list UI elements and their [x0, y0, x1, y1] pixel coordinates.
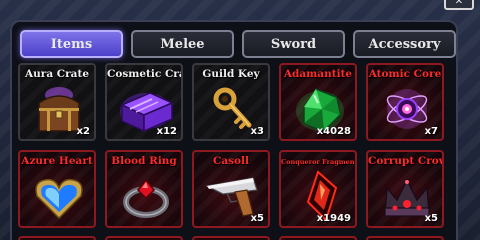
item-slot-aura-crate[interactable]: Aura Crate x2 [18, 63, 96, 141]
item-name: Conqueror Fragment [281, 158, 355, 166]
item-count: x2 [76, 126, 90, 137]
item-slot-conqueror-fragment[interactable]: Conqueror Fragment x1949 [279, 150, 357, 228]
next-row-peek [18, 236, 448, 240]
item-name: Casoll [212, 155, 250, 167]
tab-accessory[interactable]: Accessory [353, 30, 456, 58]
ring-icon [123, 178, 169, 218]
item-slot-partial[interactable] [366, 236, 444, 240]
item-name: Adamantite [283, 68, 353, 80]
item-name: Azure Heart [21, 155, 93, 167]
item-grid: Aura Crate x2 Cosmetic Crate x12 Guild K… [18, 63, 448, 228]
item-count: x5 [250, 213, 264, 224]
category-tabs: Items Melee Sword Accessory [20, 30, 456, 58]
tab-items[interactable]: Items [20, 30, 123, 58]
item-slot-atomic-core[interactable]: Atomic Core x7 [366, 63, 444, 141]
item-slot-partial[interactable] [105, 236, 183, 240]
item-slot-partial[interactable] [192, 236, 270, 240]
item-count: x4028 [316, 126, 351, 137]
item-slot-cosmetic-crate[interactable]: Cosmetic Crate x12 [105, 63, 183, 141]
item-slot-azure-heart[interactable]: Azure Heart [18, 150, 96, 228]
item-count: x7 [424, 126, 438, 137]
close-icon: ✕ [454, 0, 464, 7]
item-count: x3 [250, 126, 264, 137]
item-count: x12 [156, 126, 177, 137]
item-slot-blood-ring[interactable]: Blood Ring [105, 150, 183, 228]
item-count: x1949 [316, 213, 351, 224]
item-name: Blood Ring [111, 155, 177, 167]
item-name: Aura Crate [25, 68, 89, 80]
tab-melee[interactable]: Melee [131, 30, 234, 58]
item-slot-corrupt-crown[interactable]: Corrupt Crown x5 [366, 150, 444, 228]
item-name: Guild Key [202, 68, 260, 80]
item-name: Atomic Core [368, 68, 442, 80]
item-slot-guild-key[interactable]: Guild Key x3 [192, 63, 270, 141]
close-button[interactable]: ✕ [444, 0, 474, 10]
item-count: x5 [424, 213, 438, 224]
tab-sword[interactable]: Sword [242, 30, 345, 58]
item-slot-casoll[interactable]: Casoll x5 [192, 150, 270, 228]
blue-heart-icon [35, 178, 83, 220]
item-slot-adamantite[interactable]: Adamantite x4028 [279, 63, 357, 141]
item-slot-partial[interactable] [279, 236, 357, 240]
item-slot-partial[interactable] [18, 236, 96, 240]
item-name: Corrupt Crown [368, 155, 442, 167]
item-name: Cosmetic Crate [107, 68, 181, 80]
